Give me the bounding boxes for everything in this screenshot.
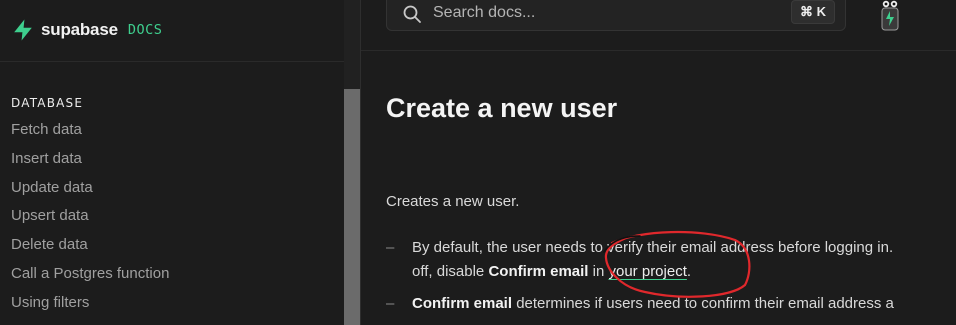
bold-term: Confirm email: [488, 263, 589, 280]
sidebar-item-using-filters[interactable]: Using filters: [11, 291, 169, 320]
bullet-text: in: [588, 263, 609, 280]
command-key-icon: ⌘: [799, 4, 813, 19]
sidebar-item-call-postgres-function[interactable]: Call a Postgres function: [11, 262, 169, 291]
search-input[interactable]: Search docs... ⌘ K: [386, 0, 846, 31]
bold-term: Confirm email: [412, 295, 513, 312]
main-content: Search docs... ⌘ K Create a new user Cre…: [361, 0, 956, 325]
notes-list: – By default, the user needs to verify t…: [386, 236, 894, 316]
sidebar-scrollbar-thumb[interactable]: [344, 89, 360, 325]
sidebar-item-fetch-data[interactable]: Fetch data: [11, 118, 169, 147]
topbar-divider: [361, 50, 956, 51]
brand-logo[interactable]: supabase DOCS: [11, 18, 162, 42]
sidebar-item-update-data[interactable]: Update data: [11, 176, 169, 205]
bullet-text: By default, the user needs to verify the…: [412, 239, 894, 256]
bullet-text: determines if users need to confirm thei…: [512, 295, 894, 312]
your-project-link[interactable]: your project: [609, 263, 687, 280]
sidebar-item-delete-data[interactable]: Delete data: [11, 233, 169, 262]
bullet-dash: –: [386, 295, 395, 312]
bullet-text: off, disable: [412, 263, 489, 280]
shortcut-key: K: [816, 4, 826, 19]
list-item: – By default, the user needs to verify t…: [386, 236, 894, 284]
sidebar-divider: [0, 61, 344, 62]
mascot-icon[interactable]: [874, 0, 906, 32]
list-item: – Confirm email determines if users need…: [386, 292, 894, 316]
sidebar-nav: Fetch data Insert data Update data Upser…: [11, 118, 169, 320]
bullet-dash: –: [386, 239, 395, 256]
search-icon: [403, 5, 421, 23]
page-title: Create a new user: [386, 93, 618, 123]
sidebar-item-insert-data[interactable]: Insert data: [11, 147, 169, 176]
brand-name: supabase: [41, 20, 118, 39]
supabase-logo-icon: [14, 19, 32, 41]
page-lead: Creates a new user.: [386, 193, 520, 210]
sidebar-section-title: DATABASE: [11, 96, 84, 110]
bullet-text: .: [686, 263, 692, 280]
search-shortcut-badge: ⌘ K: [790, 0, 835, 24]
sidebar: supabase DOCS DATABASE Fetch data Insert…: [0, 0, 361, 325]
sidebar-item-upsert-data[interactable]: Upsert data: [11, 204, 169, 233]
brand-docs-tag: DOCS: [127, 22, 163, 38]
search-placeholder: Search docs...: [433, 4, 536, 21]
